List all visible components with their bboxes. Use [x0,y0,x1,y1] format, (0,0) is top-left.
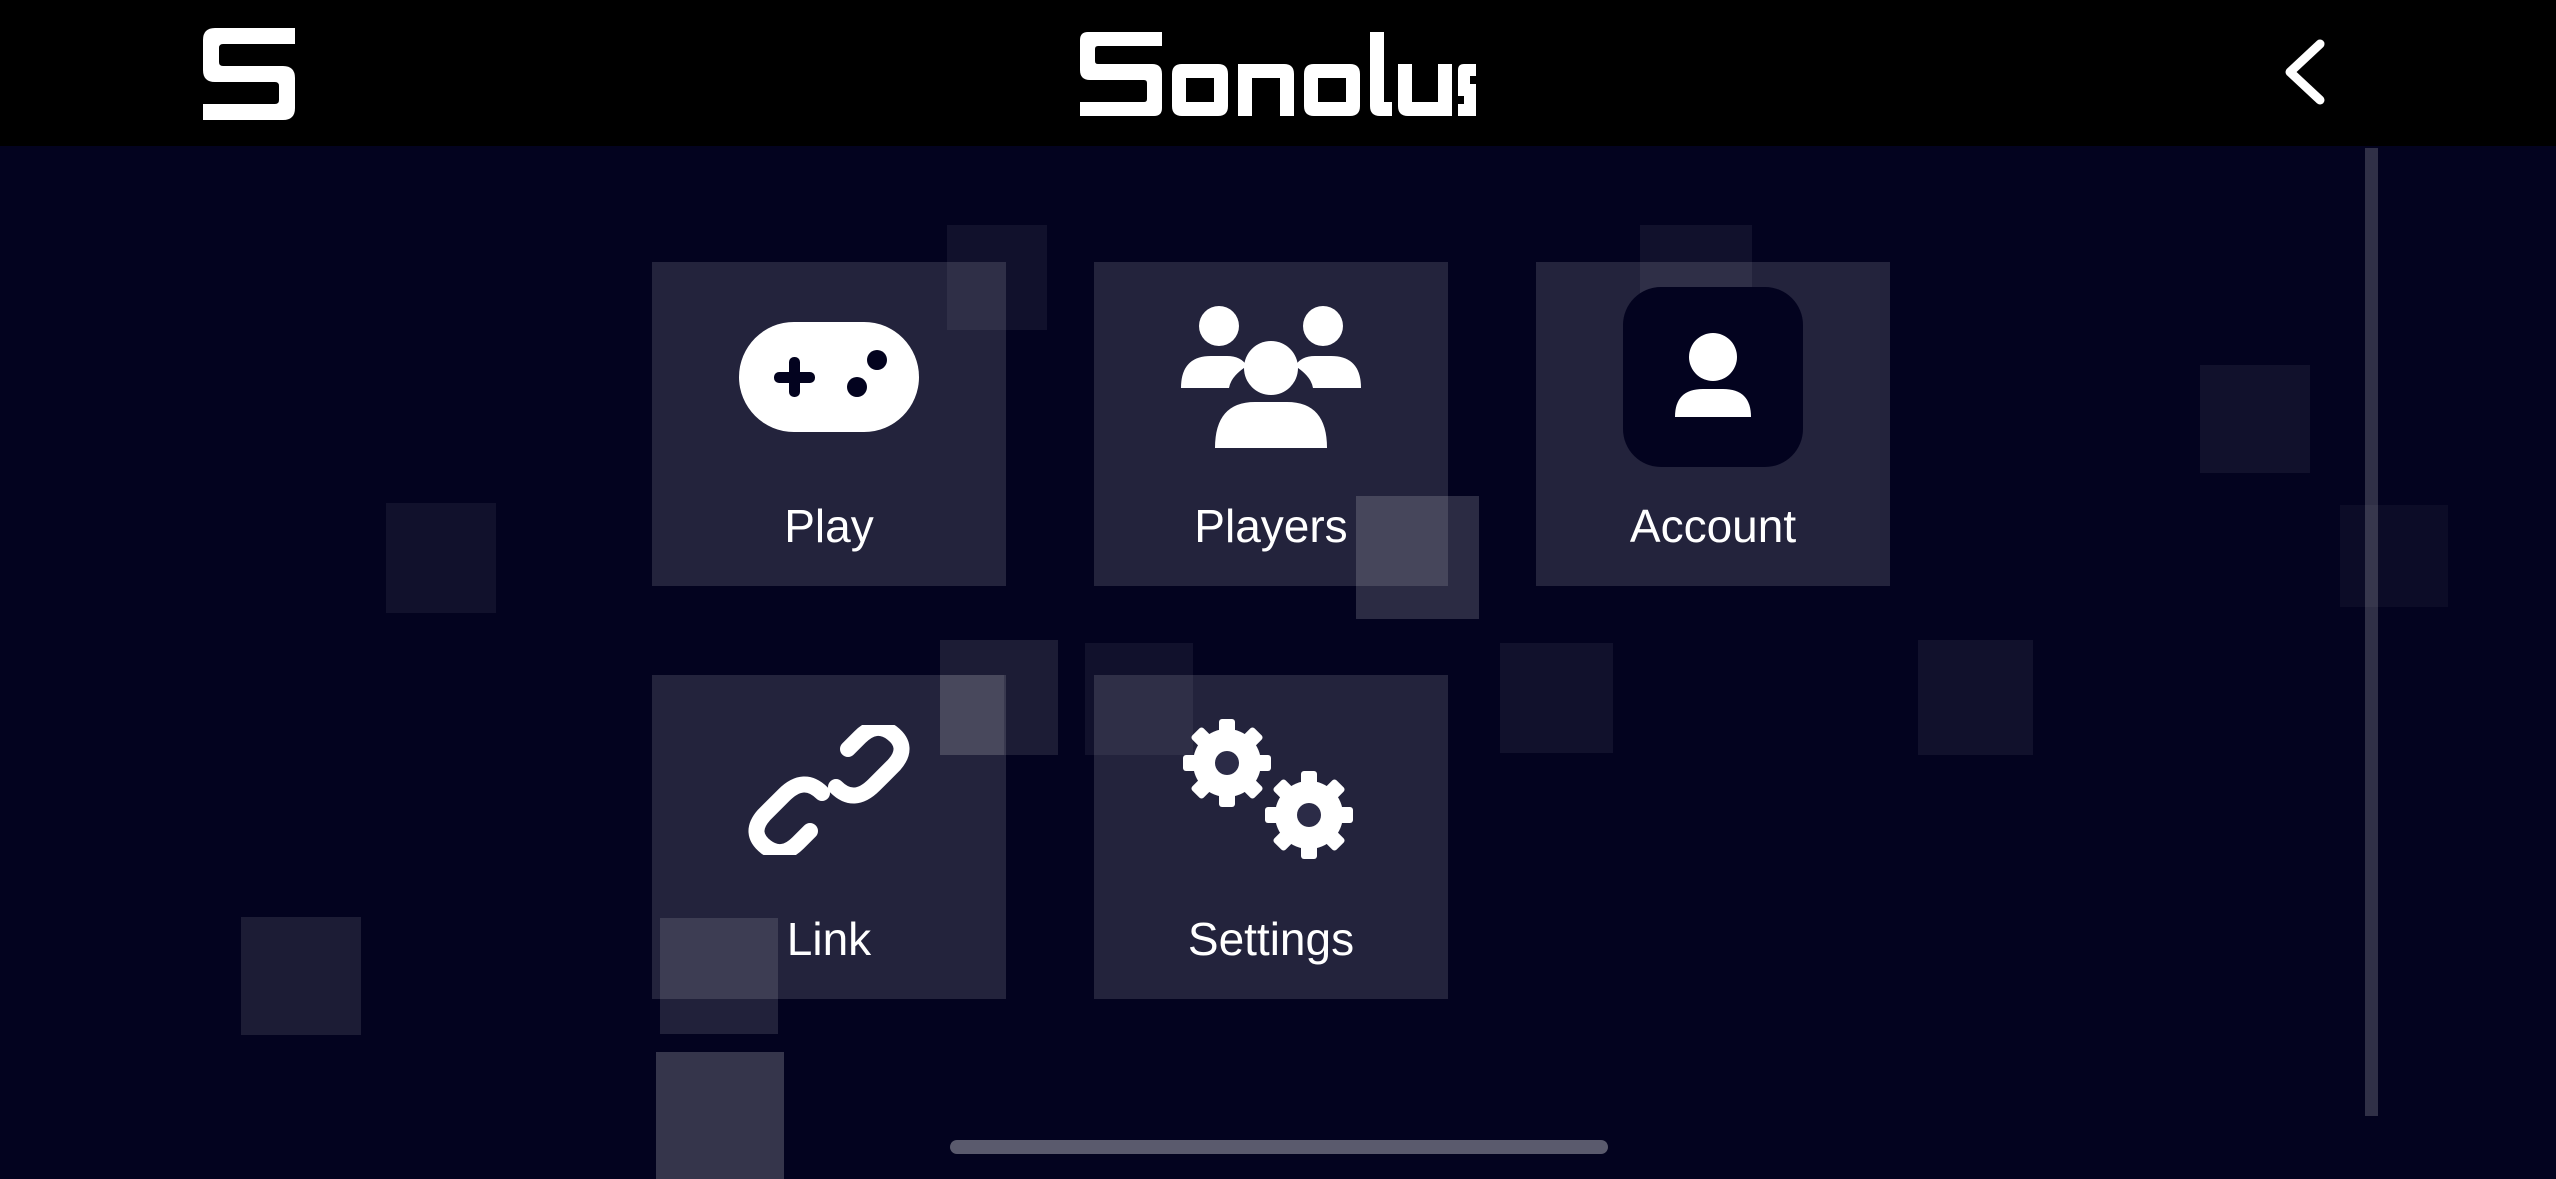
menu-tile-settings[interactable]: Settings [1094,675,1448,999]
home-indicator[interactable] [950,1140,1608,1154]
menu-tile-label: Account [1629,500,1797,552]
menu-tile-play[interactable]: Play [652,262,1006,586]
app-root: Play Players Account Link Settings [0,0,2556,1179]
background-square [1918,640,2033,755]
users-icon [1094,292,1448,462]
background-square [1356,496,1479,619]
brand-logo [1080,30,1476,120]
gears-icon [1094,705,1448,875]
gamepad-icon [652,292,1006,462]
menu-tile-account[interactable]: Account [1536,262,1890,586]
chevron-left-icon [2282,38,2326,111]
user-square-icon [1536,287,1890,467]
background-square [1500,643,1613,753]
background-square [656,1052,784,1179]
menu-tile-label: Play [784,500,874,552]
back-button[interactable] [2270,34,2338,114]
background-square [386,503,496,613]
background-square [241,917,361,1035]
menu-tile-label: Settings [1187,913,1355,965]
background-square [2200,365,2310,473]
sonolus-logo-icon[interactable] [203,28,295,120]
top-bar [0,0,2556,146]
background-square [2340,505,2448,607]
scrollbar[interactable] [2365,148,2378,1116]
background-square [940,675,1004,755]
background-square [660,918,778,1034]
